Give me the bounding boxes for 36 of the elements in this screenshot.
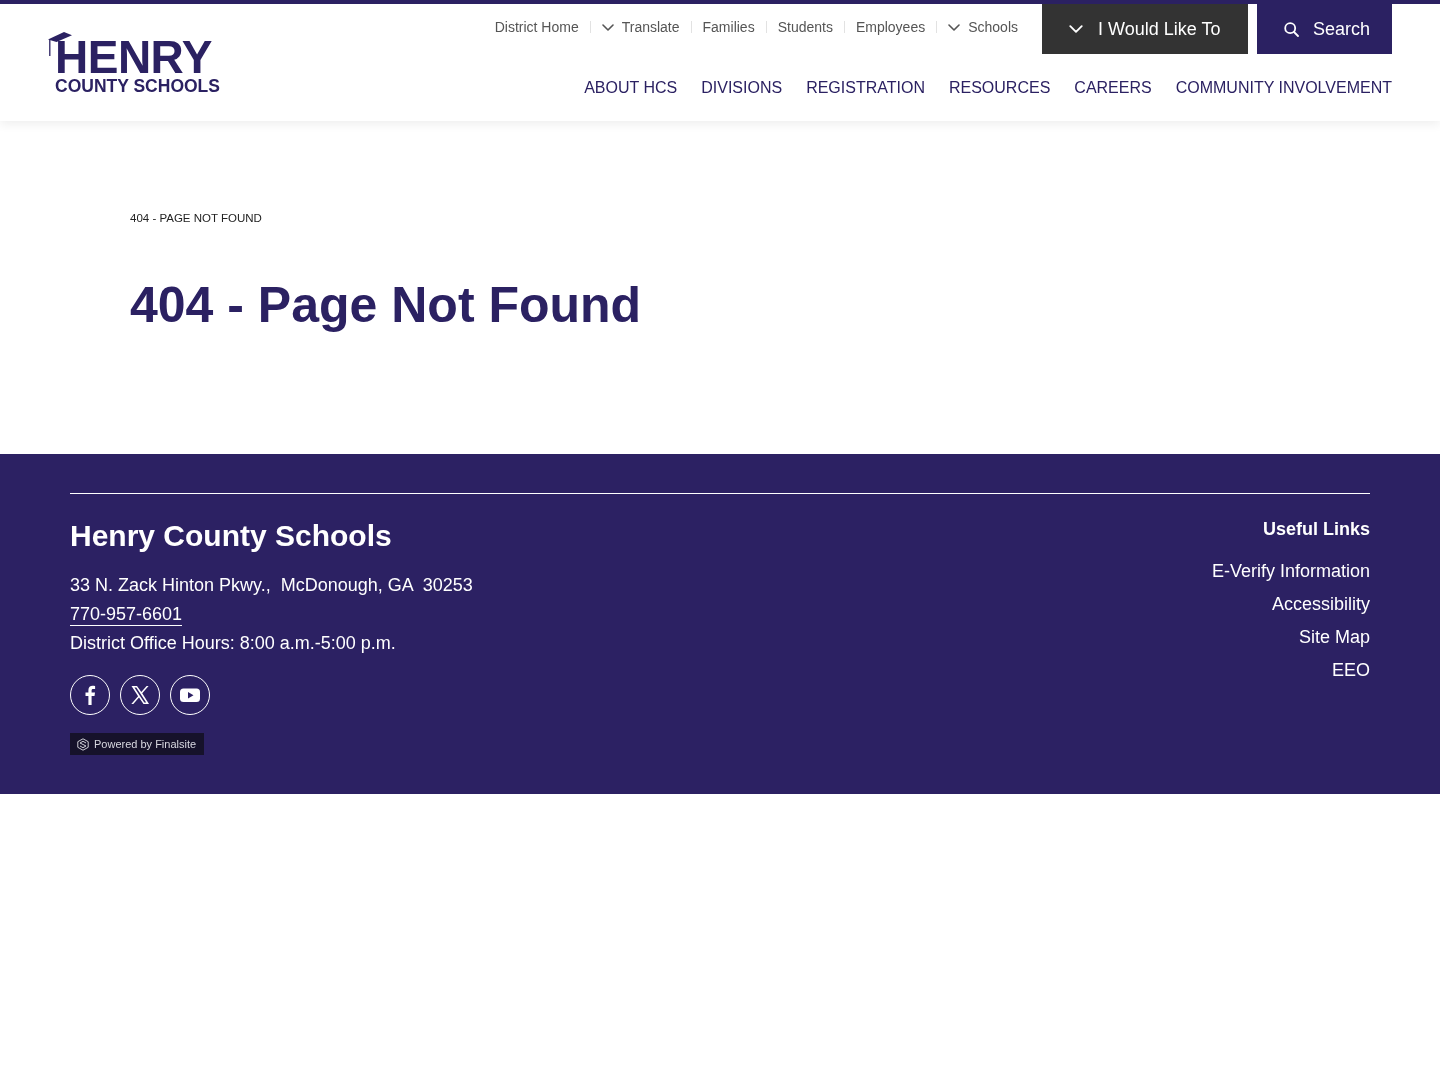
chevron-icon bbox=[1069, 25, 1083, 33]
nav-link[interactable]: COMMUNITY INVOLVEMENT bbox=[1175, 76, 1392, 100]
footer-link[interactable]: Accessibility bbox=[1271, 588, 1370, 621]
page-title: 404 - Page Not Found bbox=[130, 276, 643, 334]
menu-button[interactable]: I Would Like To bbox=[1042, 4, 1248, 54]
dropdown-link[interactable]: Translate bbox=[589, 21, 691, 33]
search-icon bbox=[1284, 21, 1299, 37]
hexagon-logo-icon bbox=[77, 737, 89, 751]
address-text: 33 N. Zack Hinton Pkwy., McDonough, GA 30253 bbox=[70, 574, 473, 597]
nav-link[interactable]: CAREERS bbox=[1074, 76, 1152, 100]
footer-link[interactable]: EEO bbox=[1332, 654, 1370, 687]
nav-link[interactable]: DIVISIONS bbox=[701, 76, 783, 100]
logo-title[interactable]: HENRY bbox=[55, 37, 212, 77]
youtube-icon[interactable] bbox=[170, 675, 210, 715]
phone-link[interactable]: 770-957-6601 bbox=[70, 603, 183, 626]
utility-link[interactable]: Employees bbox=[843, 21, 937, 33]
search-button[interactable]: Search bbox=[1257, 4, 1392, 54]
footer-heading: Henry County Schools bbox=[70, 518, 392, 554]
chevron-icon bbox=[601, 23, 614, 31]
nav-link[interactable]: ABOUT HCS bbox=[584, 76, 678, 100]
logo-subtitle[interactable]: COUNTY SCHOOLS bbox=[55, 78, 220, 94]
x-logo-icon[interactable] bbox=[120, 675, 160, 715]
nav-link[interactable]: RESOURCES bbox=[948, 76, 1051, 100]
dropdown-link[interactable]: Schools bbox=[936, 21, 1018, 33]
facebook-icon[interactable] bbox=[70, 675, 110, 715]
hours-text: District Office Hours: 8:00 a.m.-5:00 p.m. bbox=[70, 632, 396, 655]
utility-link[interactable]: District Home bbox=[494, 21, 590, 33]
utility-link[interactable]: Families bbox=[690, 21, 766, 33]
footer-link[interactable]: E-Verify Information bbox=[1211, 555, 1370, 588]
breadcrumb: 404 - PAGE NOT FOUND bbox=[130, 211, 263, 226]
utility-link[interactable]: Students bbox=[765, 21, 844, 33]
chevron-icon bbox=[948, 23, 961, 31]
footer-link[interactable]: Site Map bbox=[1298, 621, 1370, 654]
nav-link[interactable]: REGISTRATION bbox=[806, 76, 925, 100]
powered-by-link[interactable]: Powered by Finalsite bbox=[70, 733, 205, 755]
links-heading: Useful Links bbox=[1262, 518, 1370, 541]
